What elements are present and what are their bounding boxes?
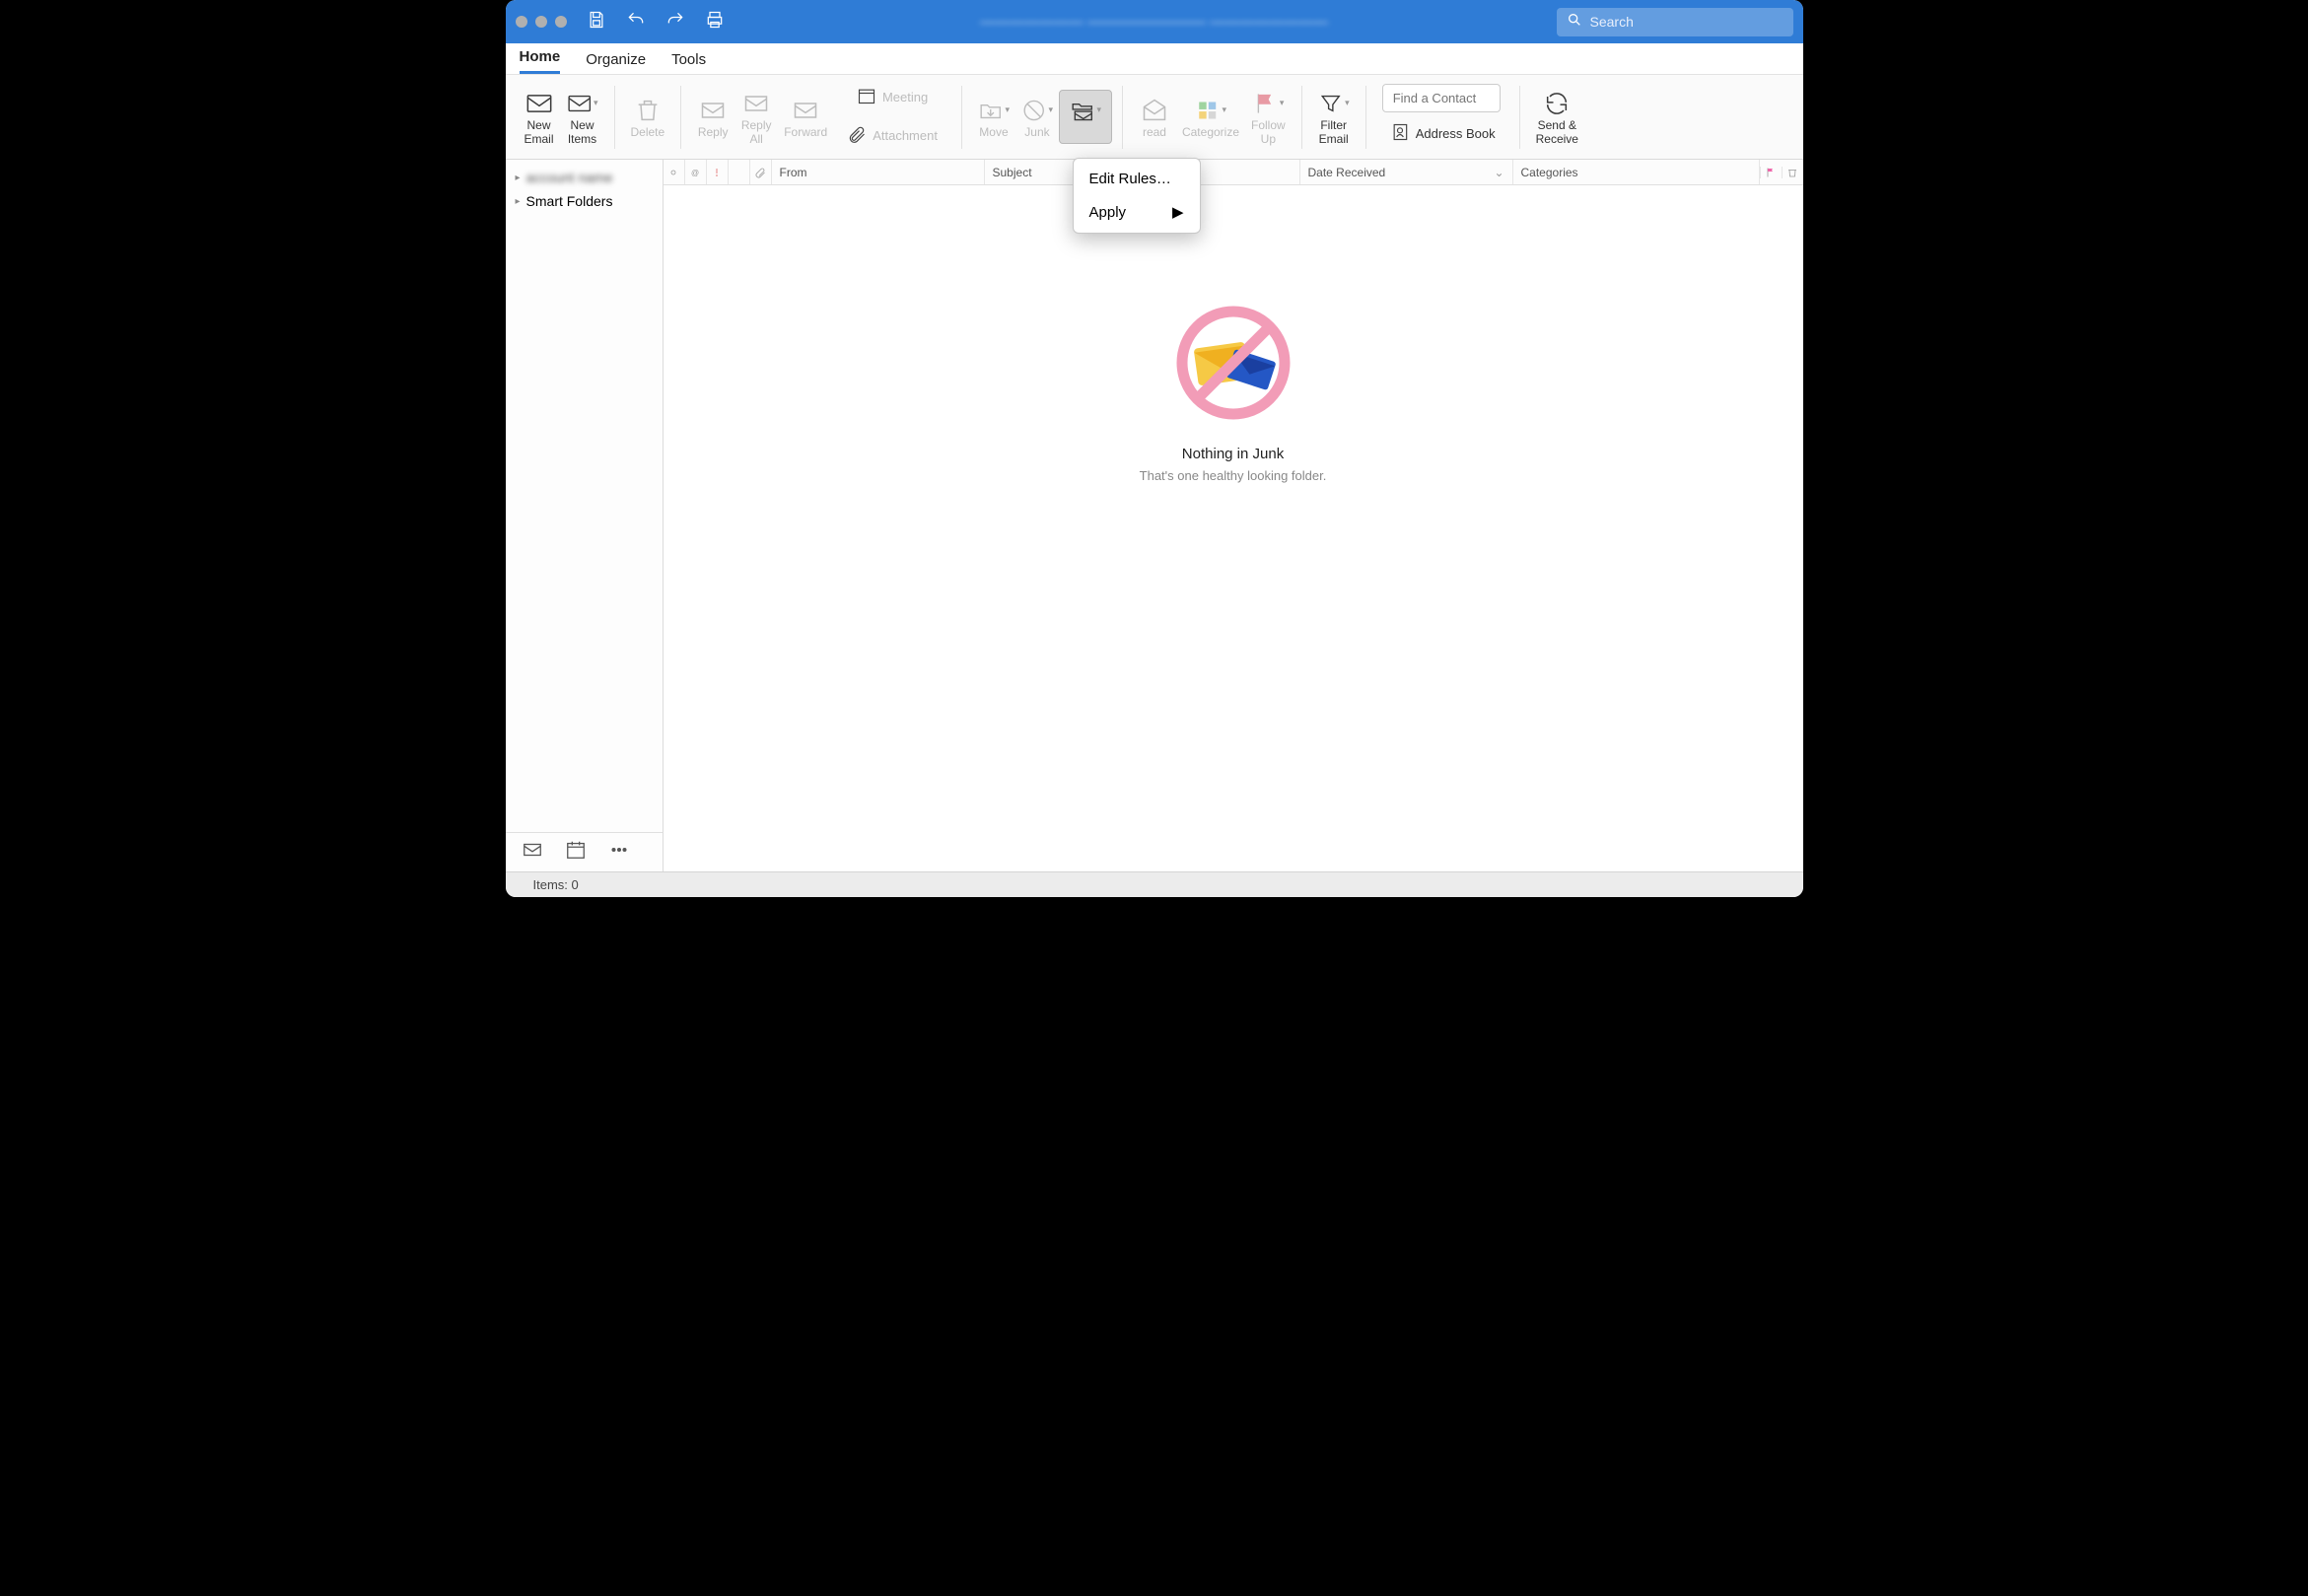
tab-home[interactable]: Home xyxy=(520,42,561,74)
attachment-button[interactable]: Attachment xyxy=(839,120,945,153)
save-icon[interactable] xyxy=(587,10,606,35)
categorize-icon: ▾ xyxy=(1195,95,1226,126)
find-contact-input[interactable] xyxy=(1382,84,1501,112)
ribbon-tabs: Home Organize Tools xyxy=(506,43,1803,75)
junk-icon: ▾ xyxy=(1021,95,1053,126)
junk-button[interactable]: ▾ Junk xyxy=(1015,91,1059,144)
calendar-view-icon[interactable] xyxy=(565,839,587,866)
read-unread-button[interactable]: read xyxy=(1133,91,1176,144)
col-flag[interactable] xyxy=(1760,167,1782,178)
reply-button[interactable]: Reply xyxy=(691,91,734,144)
chevron-right-icon: ▸ xyxy=(516,173,521,183)
address-book-button[interactable]: Address Book xyxy=(1382,118,1504,151)
rules-dropdown-menu: Edit Rules… Apply▶ xyxy=(1073,158,1201,234)
mail-view-icon[interactable] xyxy=(522,839,543,866)
zoom-window-button[interactable] xyxy=(555,16,567,28)
envelope-plus-icon: ▾ xyxy=(567,88,598,119)
apply-rules-menu-item[interactable]: Apply▶ xyxy=(1074,195,1200,229)
address-book-icon xyxy=(1390,122,1410,147)
column-headers: @ From Subject Date Received⌄ Categories xyxy=(664,160,1803,185)
undo-icon[interactable] xyxy=(626,10,646,35)
empty-subtitle: That's one healthy looking folder. xyxy=(1140,468,1327,483)
send-receive-button[interactable]: Send & Receive xyxy=(1530,84,1584,151)
rules-icon: ▾ xyxy=(1070,95,1101,126)
redo-icon[interactable] xyxy=(665,10,685,35)
search-icon xyxy=(1567,12,1590,33)
more-views-icon[interactable] xyxy=(608,839,630,866)
col-attachment[interactable] xyxy=(750,160,772,184)
chevron-down-icon: ⌄ xyxy=(1494,166,1504,179)
message-list-empty: Nothing in Junk That's one healthy looki… xyxy=(664,185,1803,871)
filter-email-button[interactable]: ▾ Filter Email xyxy=(1312,84,1356,151)
calendar-icon xyxy=(857,86,876,110)
envelope-icon xyxy=(524,88,555,119)
edit-rules-menu-item[interactable]: Edit Rules… xyxy=(1074,163,1200,195)
title-bar: ——————— ———————— ———————— xyxy=(506,0,1803,43)
window-title: ——————— ———————— ———————— xyxy=(980,14,1328,31)
attachment-icon xyxy=(847,124,867,149)
categorize-button[interactable]: ▾ Categorize xyxy=(1176,91,1245,144)
rules-button[interactable]: ▾ Rules xyxy=(1059,90,1112,145)
move-folder-icon: ▾ xyxy=(978,95,1010,126)
submenu-arrow-icon: ▶ xyxy=(1172,203,1184,221)
tab-tools[interactable]: Tools xyxy=(671,45,706,74)
minimize-window-button[interactable] xyxy=(535,16,547,28)
chevron-right-icon: ▸ xyxy=(516,196,521,207)
sidebar-smart-folders[interactable]: ▸ Smart Folders xyxy=(506,189,663,213)
col-reminder[interactable] xyxy=(729,160,750,184)
ribbon: New Email ▾ New Items Delete Reply Reply… xyxy=(506,75,1803,160)
delete-button[interactable]: Delete xyxy=(625,91,671,144)
new-email-button[interactable]: New Email xyxy=(518,84,561,151)
follow-up-button[interactable]: ▾ Follow Up xyxy=(1245,84,1292,151)
new-items-button[interactable]: ▾ New Items xyxy=(561,84,604,151)
search-box[interactable] xyxy=(1557,8,1793,36)
meeting-button[interactable]: Meeting xyxy=(839,82,945,114)
move-button[interactable]: ▾ Move xyxy=(972,91,1015,144)
sidebar-account-item[interactable]: ▸ account name xyxy=(506,166,663,189)
reply-icon xyxy=(697,95,729,126)
col-importance[interactable] xyxy=(707,160,729,184)
trash-icon xyxy=(632,95,664,126)
col-date-received[interactable]: Date Received⌄ xyxy=(1300,160,1513,184)
envelope-open-icon xyxy=(1139,95,1170,126)
search-input[interactable] xyxy=(1590,14,1783,30)
forward-icon xyxy=(790,95,821,126)
reply-all-button[interactable]: Reply All xyxy=(734,84,778,151)
col-categories[interactable]: Categories xyxy=(1513,160,1760,184)
forward-button[interactable]: Forward xyxy=(778,91,833,144)
col-read-status[interactable] xyxy=(664,160,685,184)
message-list-pane: @ From Subject Date Received⌄ Categories xyxy=(664,160,1803,871)
col-mentions[interactable]: @ xyxy=(685,160,707,184)
empty-junk-icon xyxy=(1174,304,1293,422)
outlook-window: ——————— ———————— ———————— Home Organize … xyxy=(506,0,1803,897)
status-bar: Items: 0 xyxy=(506,871,1803,897)
reply-all-icon xyxy=(740,88,772,119)
window-controls xyxy=(516,16,567,28)
flag-icon: ▾ xyxy=(1252,88,1284,119)
svg-text:@: @ xyxy=(691,169,699,177)
filter-icon: ▾ xyxy=(1318,88,1350,119)
print-icon[interactable] xyxy=(705,10,725,35)
close-window-button[interactable] xyxy=(516,16,527,28)
sidebar-nav-switcher xyxy=(506,832,663,871)
empty-title: Nothing in Junk xyxy=(1182,446,1284,462)
sidebar-item-label: Smart Folders xyxy=(526,193,613,209)
col-delete[interactable] xyxy=(1782,167,1803,178)
main-body: ▸ account name ▸ Smart Folders @ xyxy=(506,160,1803,871)
tab-organize[interactable]: Organize xyxy=(586,45,646,74)
col-from[interactable]: From xyxy=(772,160,985,184)
folder-sidebar: ▸ account name ▸ Smart Folders xyxy=(506,160,664,871)
items-count-label: Items: 0 xyxy=(533,877,579,892)
quick-access-toolbar xyxy=(587,10,725,35)
send-receive-icon xyxy=(1541,88,1573,119)
